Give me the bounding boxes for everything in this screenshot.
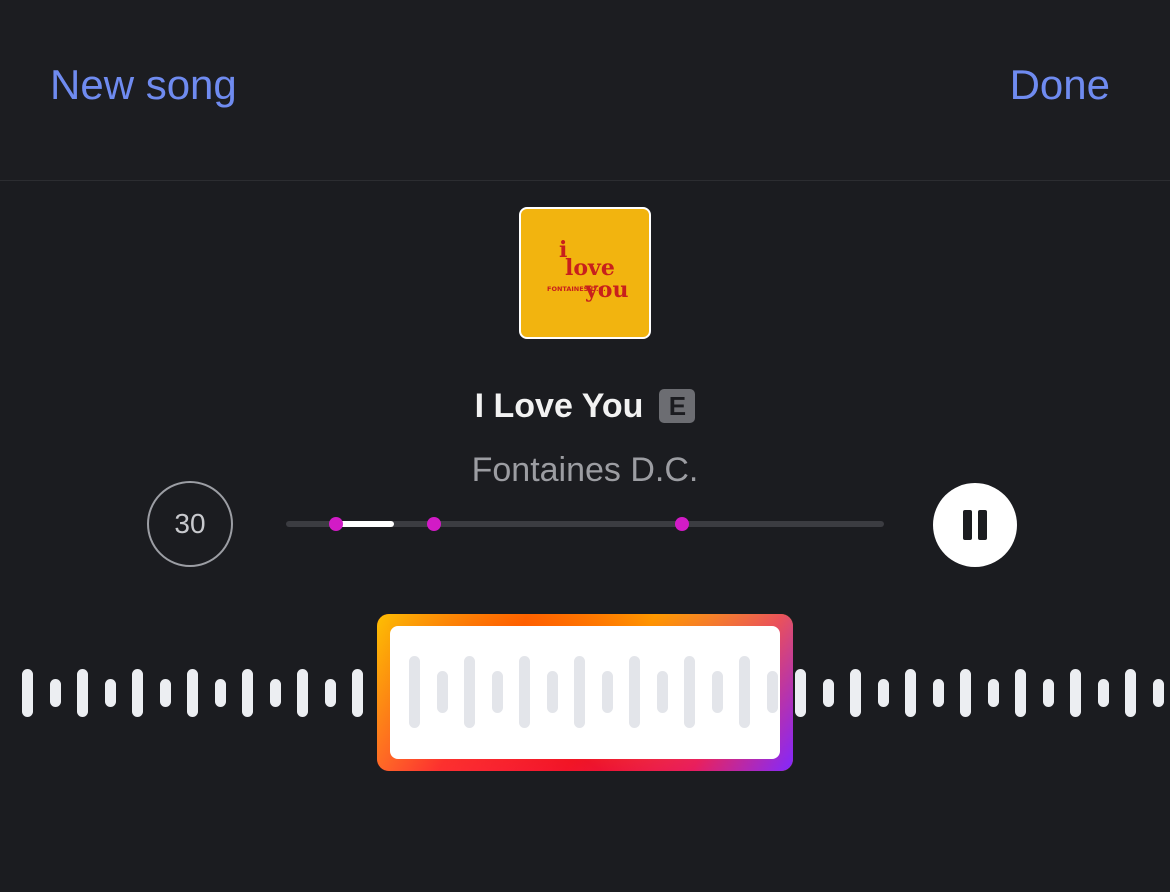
waveform-bar	[104, 679, 116, 707]
waveform-bar	[932, 679, 944, 707]
waveform-bar	[214, 679, 226, 707]
waveform-bar	[711, 671, 723, 713]
waveform-bar	[795, 669, 806, 717]
waveform-bar	[1152, 679, 1164, 707]
waveform-bar	[297, 669, 308, 717]
waveform-bar	[822, 679, 834, 707]
waveform-bar	[987, 679, 999, 707]
section-marker[interactable]	[427, 517, 441, 531]
waveform-bar	[436, 671, 448, 713]
waveform-bar	[49, 679, 61, 707]
new-song-button[interactable]: New song	[50, 60, 237, 110]
waveform-bar	[1015, 669, 1026, 717]
waveform-bar	[491, 671, 503, 713]
waveform-bar	[684, 656, 695, 728]
song-progress-track[interactable]	[286, 517, 884, 531]
waveform-bar	[601, 671, 613, 713]
progress-fill	[336, 521, 394, 527]
waveform-bar	[877, 679, 889, 707]
album-art-text-band: FONTAINES D.C.	[547, 285, 606, 293]
section-marker[interactable]	[675, 517, 689, 531]
done-button[interactable]: Done	[1010, 60, 1110, 110]
selection-waveform	[390, 626, 780, 759]
waveform-bar	[739, 656, 750, 728]
song-title: I Love You	[474, 387, 644, 425]
waveform-bar	[1042, 679, 1054, 707]
explicit-badge: E	[659, 389, 696, 423]
waveform-bar	[464, 656, 475, 728]
waveform-bar	[22, 669, 33, 717]
clip-selection-window[interactable]	[377, 614, 793, 771]
waveform-bar	[905, 669, 916, 717]
waveform-bar	[132, 669, 143, 717]
waveform-bar	[409, 656, 420, 728]
waveform-bar	[766, 671, 778, 713]
waveform-bar	[1125, 669, 1136, 717]
waveform-bar	[159, 679, 171, 707]
waveform-bar	[242, 669, 253, 717]
waveform-bar	[960, 669, 971, 717]
waveform-bar	[269, 679, 281, 707]
waveform-bar	[1070, 669, 1081, 717]
waveform-bar	[656, 671, 668, 713]
waveform-bar	[77, 669, 88, 717]
waveform-bar	[629, 656, 640, 728]
waveform-bar	[546, 671, 558, 713]
waveform-bar	[850, 669, 861, 717]
music-picker-screen: New song Done i love you FONTAINES D.C. …	[0, 0, 1170, 892]
waveform-bar	[519, 656, 530, 728]
clip-duration-button[interactable]: 30	[147, 481, 233, 567]
waveform-bar	[574, 656, 585, 728]
album-art: i love you FONTAINES D.C.	[519, 207, 651, 339]
waveform-bar	[324, 679, 336, 707]
waveform-bar	[1097, 679, 1109, 707]
section-marker[interactable]	[329, 517, 343, 531]
waveform-bar	[187, 669, 198, 717]
waveform-bar	[352, 669, 363, 717]
song-title-row: I Love You E	[0, 382, 1170, 430]
pause-button[interactable]	[933, 483, 1017, 567]
top-bar: New song Done	[0, 0, 1170, 181]
